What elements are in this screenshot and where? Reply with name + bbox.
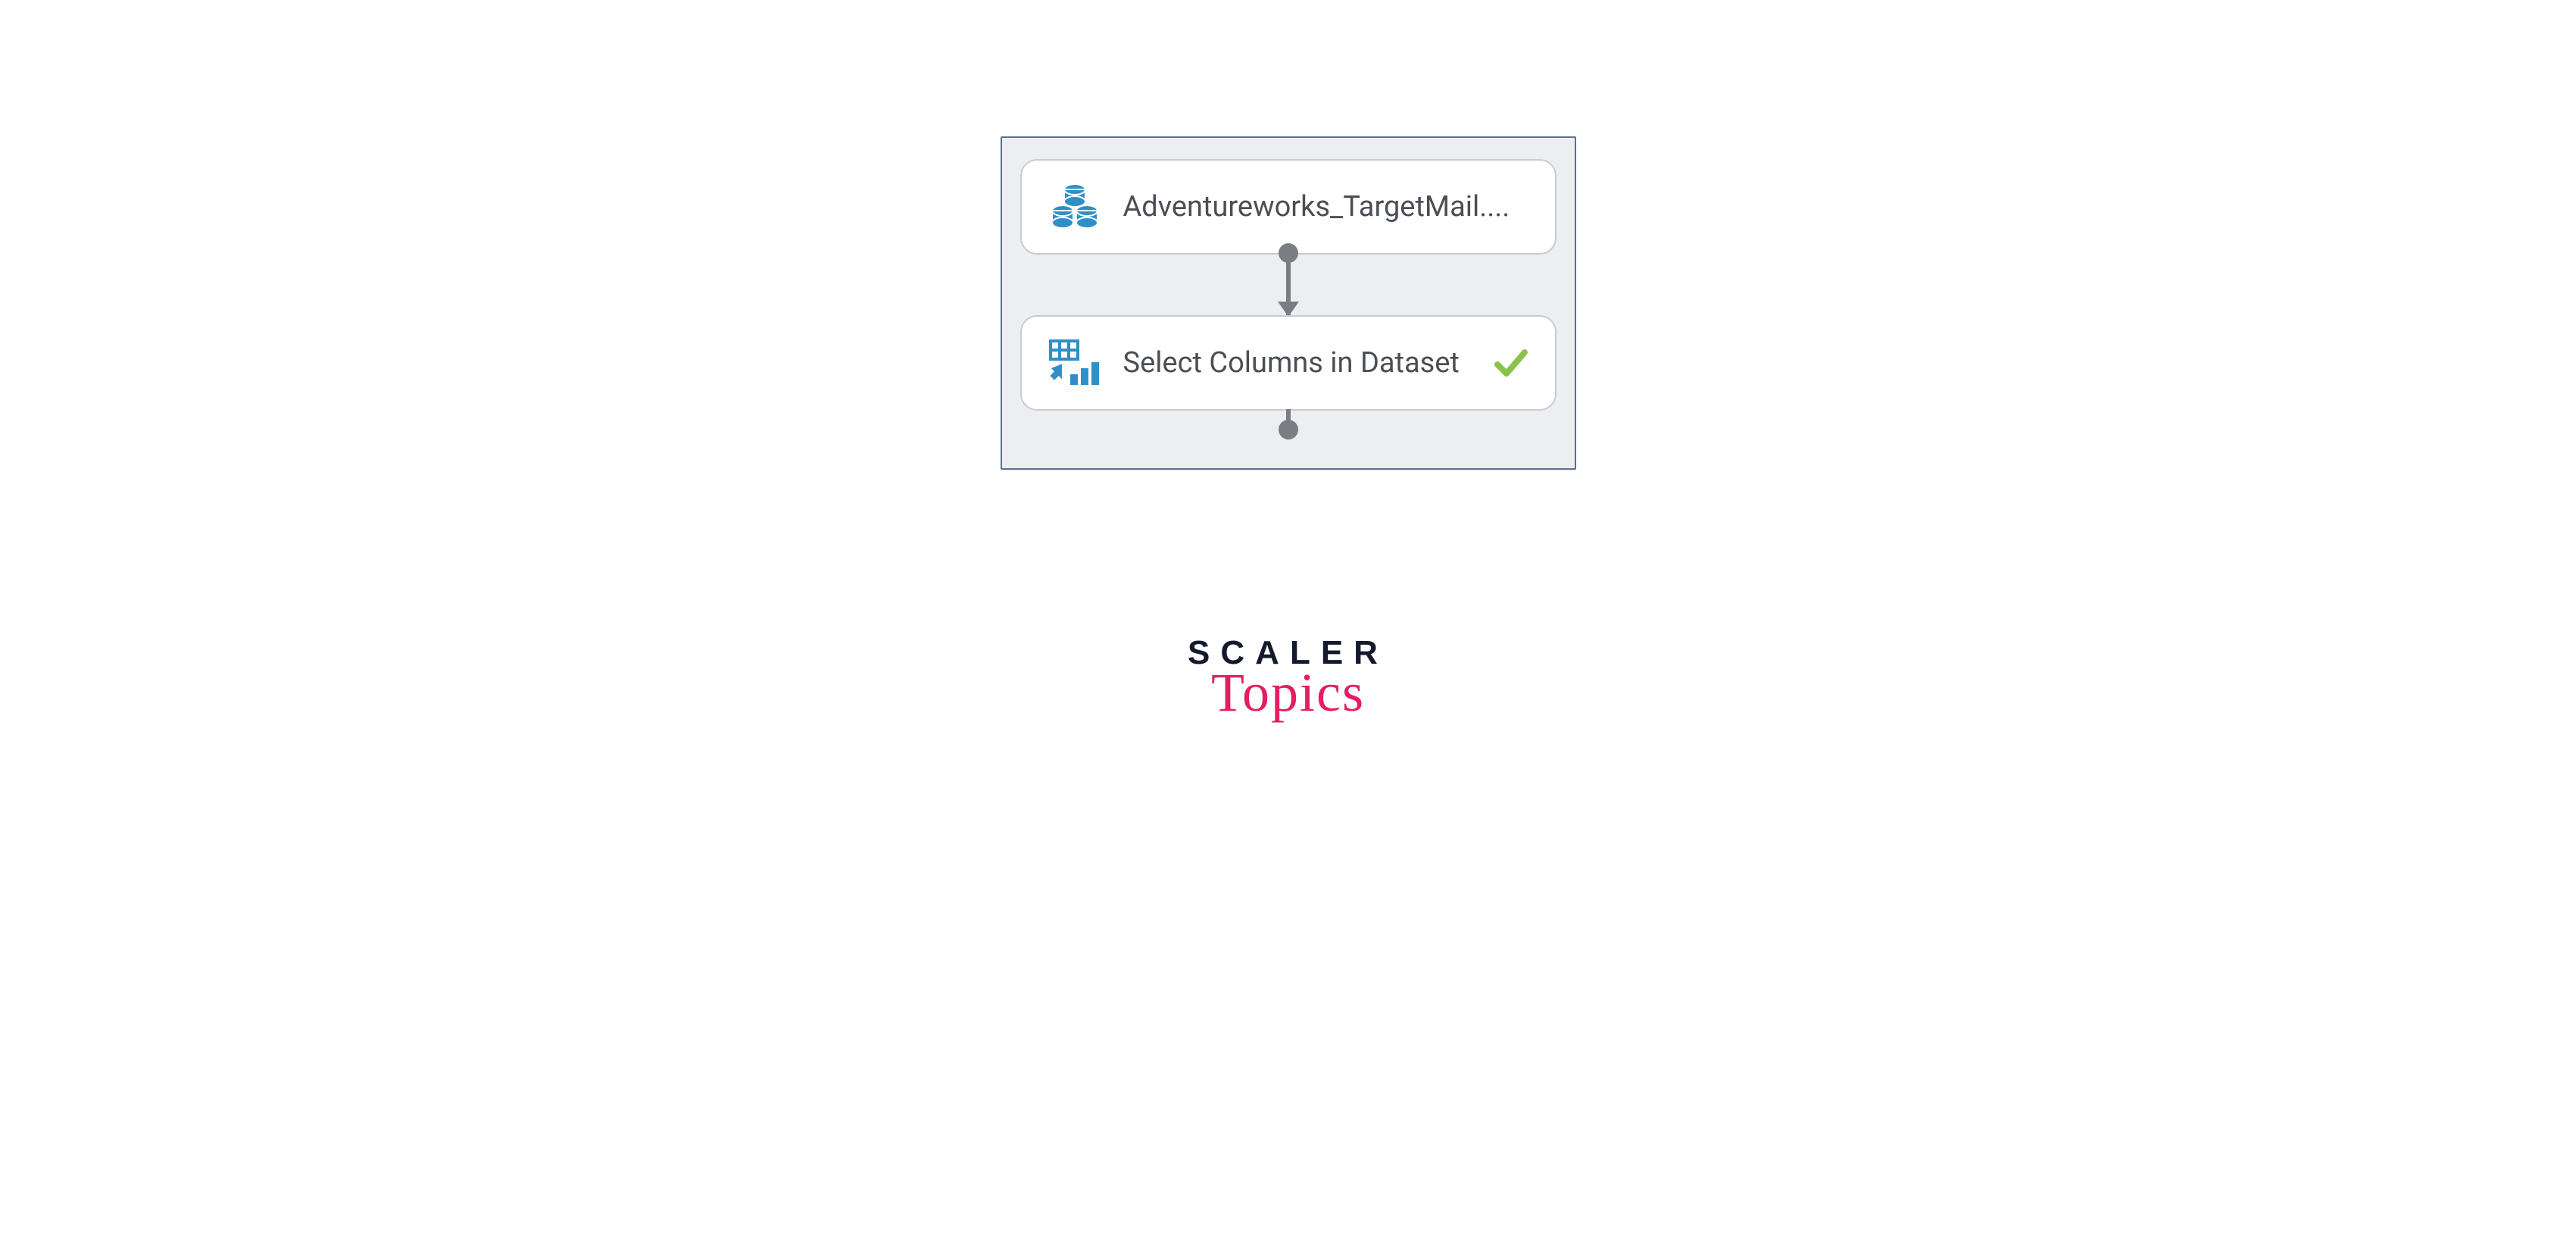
connector — [1020, 255, 1557, 315]
dataset-node[interactable]: Adventureworks_TargetMail.... — [1020, 159, 1557, 255]
select-columns-node-label: Select Columns in Dataset — [1123, 346, 1472, 380]
dataset-icon — [1048, 182, 1102, 232]
watermark-line2: Topics — [1188, 665, 1388, 720]
select-columns-node[interactable]: Select Columns in Dataset — [1020, 315, 1557, 411]
output-port[interactable] — [1279, 420, 1298, 439]
pipeline-canvas[interactable]: Adventureworks_TargetMail.... — [1001, 136, 1576, 470]
dataset-node-label: Adventureworks_TargetMail.... — [1123, 190, 1529, 224]
status-success-icon — [1493, 345, 1529, 381]
transform-icon — [1048, 338, 1102, 388]
watermark: SCALER Topics — [1188, 636, 1388, 720]
